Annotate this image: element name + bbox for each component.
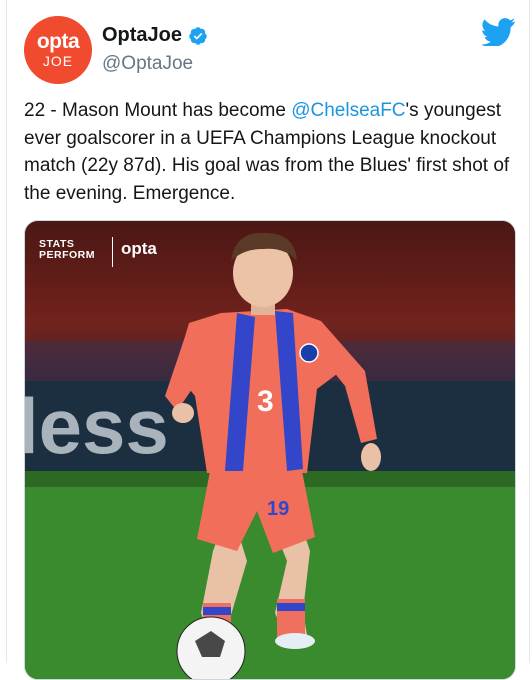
ad-board-text: less [25,382,169,470]
tweet-media-image[interactable]: less 19 3 STATS PERFORM opta [24,220,516,680]
club-crest [299,343,319,363]
player-hand-right [361,443,381,471]
stats-perform-line2: PERFORM [39,249,95,261]
avatar-text-joe: JOE [42,52,74,69]
logo-divider [112,237,113,267]
user-handle[interactable]: @OptaJoe [102,53,193,75]
player-hand-left [172,403,194,423]
player-boot-right [275,633,315,649]
display-name[interactable]: OptaJoe [102,24,182,47]
sock-stripe-right [277,603,305,611]
display-name-row[interactable]: OptaJoe [102,24,208,47]
tweet-text-start: 22 - Mason Mount has become [24,100,292,121]
tweet-text: 22 - Mason Mount has become @ChelseaFC's… [24,97,510,207]
photo-mason-mount: less 19 3 [25,221,515,679]
stats-perform-logo: STATS PERFORM [39,239,95,261]
opta-logo: opta [121,239,157,258]
verified-badge-icon [189,26,207,45]
mention-link-chelseafc[interactable]: @ChelseaFC [291,100,405,121]
avatar-text-opta: opta [36,29,80,53]
twitter-bird-icon[interactable] [482,18,516,46]
sock-stripe-left [203,607,231,615]
avatar[interactable]: opta JOE [24,16,92,84]
shorts-number: 19 [267,498,289,520]
sponsor-three-logo: 3 [257,385,274,418]
